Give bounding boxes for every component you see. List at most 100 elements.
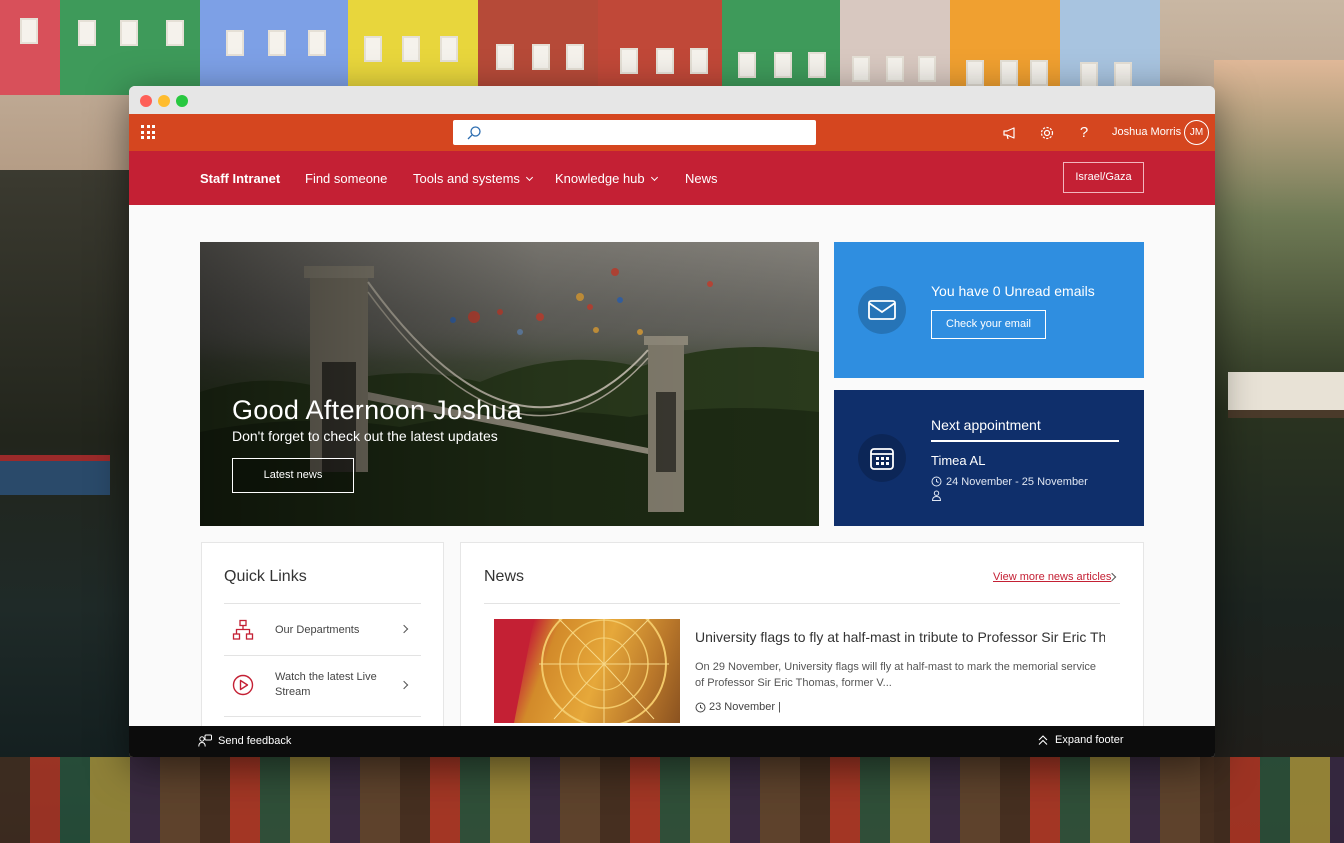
wallpaper-window bbox=[1114, 62, 1132, 88]
double-chevron-up-icon bbox=[1038, 735, 1048, 745]
unread-email-card: You have 0 Unread emails Check your emai… bbox=[834, 242, 1144, 378]
news-heading: News bbox=[484, 568, 525, 585]
avatar[interactable]: JM bbox=[1184, 120, 1209, 145]
wallpaper-window bbox=[620, 48, 638, 74]
nav-item-news[interactable]: News bbox=[685, 171, 718, 186]
chevron-down-icon bbox=[525, 173, 533, 182]
wallpaper-house bbox=[1060, 0, 1160, 95]
wallpaper-window bbox=[1030, 60, 1048, 86]
quick-link-label: Watch the latest Live Stream bbox=[275, 671, 377, 698]
suite-bar: ? Joshua Morris JM bbox=[129, 114, 1215, 151]
news-panel: News View more news articles University … bbox=[460, 542, 1144, 726]
send-feedback-button[interactable]: Send feedback bbox=[198, 734, 291, 748]
wallpaper-window bbox=[852, 56, 870, 82]
site-nav: Staff Intranet Find someone Tools and sy… bbox=[129, 151, 1215, 205]
window-titlebar bbox=[129, 86, 1215, 114]
chevron-down-icon bbox=[650, 173, 658, 182]
unread-email-count: You have 0 Unread emails bbox=[931, 283, 1095, 299]
hero-greeting: Good Afternoon Joshua bbox=[232, 395, 523, 425]
main-content: Good Afternoon Joshua Don't forget to ch… bbox=[129, 205, 1215, 726]
chevron-right-icon bbox=[399, 680, 409, 690]
quick-link-our-departments[interactable]: Our Departments bbox=[224, 604, 421, 656]
chevron-right-icon bbox=[399, 624, 409, 634]
quick-links-heading: Quick Links bbox=[224, 568, 307, 585]
help-icon[interactable]: ? bbox=[1075, 124, 1093, 142]
minimize-window-button[interactable] bbox=[158, 95, 170, 107]
wallpaper-window bbox=[886, 56, 904, 82]
nav-item-find-someone[interactable]: Find someone bbox=[305, 171, 387, 186]
email-icon-badge bbox=[858, 286, 906, 334]
appointment-name[interactable]: Timea AL bbox=[931, 453, 985, 468]
megaphone-icon[interactable] bbox=[1001, 124, 1019, 142]
wallpaper-window bbox=[1080, 62, 1098, 88]
wallpaper-window bbox=[166, 20, 184, 46]
gear-icon[interactable] bbox=[1038, 124, 1056, 142]
divider bbox=[484, 603, 1120, 604]
view-more-news-link[interactable]: View more news articles bbox=[993, 571, 1111, 583]
quick-link-live-stream[interactable]: Watch the latest Live Stream bbox=[224, 656, 421, 716]
nav-item-label: News bbox=[685, 171, 718, 186]
divider bbox=[224, 716, 421, 717]
wallpaper-window bbox=[690, 48, 708, 74]
news-article-headline[interactable]: University flags to fly at half-mast in … bbox=[695, 629, 1105, 645]
quick-link-label: Our Departments bbox=[275, 624, 360, 636]
latest-news-button[interactable]: Latest news bbox=[232, 458, 354, 493]
fan-vault-image bbox=[494, 619, 669, 723]
nav-item-knowledge-hub[interactable]: Knowledge hub bbox=[555, 171, 658, 186]
org-chart-icon bbox=[232, 619, 254, 640]
wallpaper-window bbox=[120, 20, 138, 46]
wallpaper-window bbox=[808, 52, 826, 78]
wallpaper-window bbox=[496, 44, 514, 70]
person-icon bbox=[931, 490, 942, 501]
user-name[interactable]: Joshua Morris bbox=[1112, 126, 1181, 138]
wallpaper-window bbox=[268, 30, 286, 56]
wallpaper-window bbox=[1000, 60, 1018, 86]
nav-item-label: Tools and systems bbox=[413, 171, 520, 186]
news-article-date: 23 November | bbox=[709, 701, 781, 713]
wallpaper-house bbox=[0, 0, 60, 95]
expand-footer-label: Expand footer bbox=[1055, 734, 1124, 746]
wallpaper-window bbox=[656, 48, 674, 74]
wallpaper-window bbox=[440, 36, 458, 62]
nav-item-tools-and-systems[interactable]: Tools and systems bbox=[413, 171, 533, 186]
wallpaper-window bbox=[20, 18, 38, 44]
clock-icon bbox=[695, 702, 706, 713]
calendar-icon-badge bbox=[858, 434, 906, 482]
next-appointment-card: Next appointment Timea AL 24 November - … bbox=[834, 390, 1144, 526]
search-input[interactable] bbox=[453, 120, 816, 145]
wallpaper-window bbox=[226, 30, 244, 56]
page-footer: Send feedback Expand footer bbox=[129, 726, 1215, 757]
appointment-date-range: 24 November - 25 November bbox=[946, 476, 1088, 488]
wallpaper-window bbox=[308, 30, 326, 56]
nav-brand-staff-intranet[interactable]: Staff Intranet bbox=[200, 171, 280, 186]
hero-subtitle: Don't forget to check out the latest upd… bbox=[232, 428, 498, 444]
expand-footer-button[interactable]: Expand footer bbox=[1037, 734, 1124, 746]
wallpaper-shore-left bbox=[0, 170, 130, 843]
send-feedback-label: Send feedback bbox=[218, 734, 292, 747]
next-appointment-heading: Next appointment bbox=[931, 417, 1041, 433]
check-email-button[interactable]: Check your email bbox=[931, 310, 1046, 339]
nav-item-label: Find someone bbox=[305, 171, 388, 186]
nav-item-label: Knowledge hub bbox=[555, 171, 645, 186]
wallpaper-window bbox=[774, 52, 792, 78]
wallpaper-window bbox=[532, 44, 550, 70]
close-window-button[interactable] bbox=[140, 95, 152, 107]
wallpaper-shore-right bbox=[1214, 60, 1344, 843]
wallpaper-window bbox=[566, 44, 584, 70]
browser-window: ? Joshua Morris JM Staff Intranet Find s… bbox=[129, 86, 1215, 757]
hero-banner: Good Afternoon Joshua Don't forget to ch… bbox=[200, 242, 819, 526]
maximize-window-button[interactable] bbox=[176, 95, 188, 107]
wallpaper-window bbox=[402, 36, 420, 62]
wallpaper-house bbox=[722, 0, 840, 95]
calendar-icon bbox=[870, 448, 894, 470]
waffle-icon[interactable] bbox=[141, 125, 155, 139]
divider bbox=[931, 440, 1119, 442]
wallpaper-boat bbox=[1228, 372, 1344, 418]
israel-gaza-button[interactable]: Israel/Gaza bbox=[1063, 162, 1144, 193]
wallpaper-water-reflection bbox=[0, 757, 1344, 843]
wallpaper-window bbox=[966, 60, 984, 86]
news-article-thumbnail[interactable] bbox=[494, 619, 680, 723]
wallpaper-boat bbox=[0, 455, 110, 495]
quick-links-panel: Quick Links Our Departments Watch the la… bbox=[201, 542, 444, 726]
envelope-icon bbox=[868, 300, 896, 320]
